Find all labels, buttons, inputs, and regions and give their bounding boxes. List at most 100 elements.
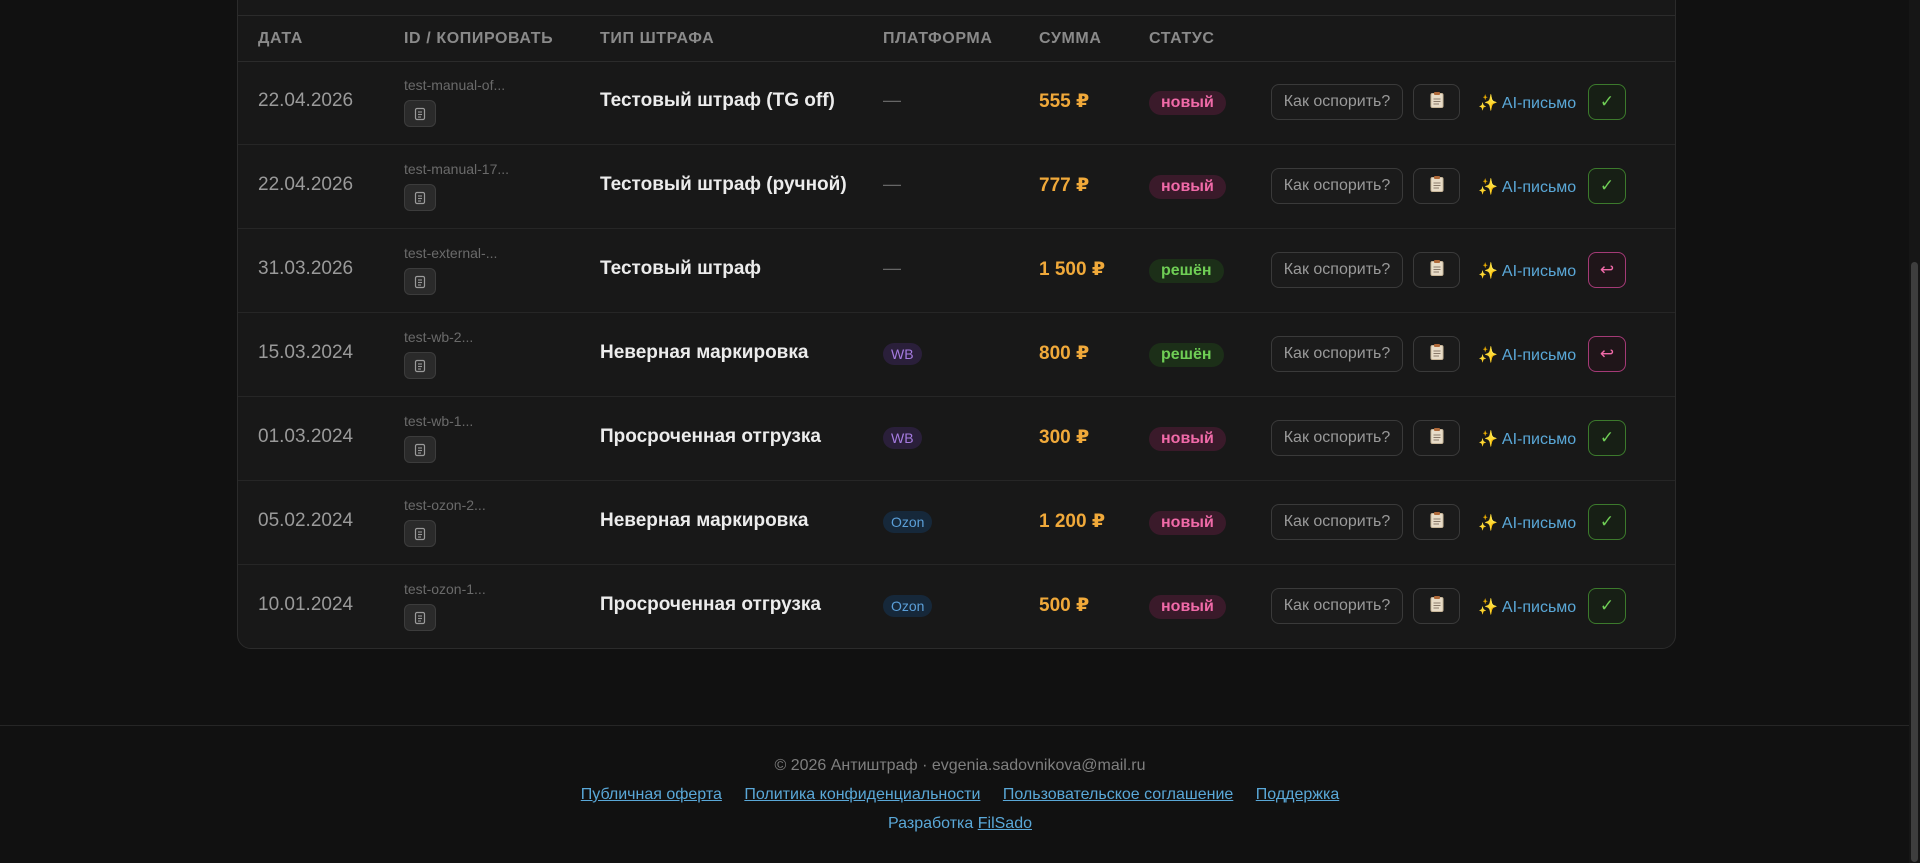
row-id: test-wb-1... — [404, 413, 474, 429]
sparkles-icon: ✨ — [1478, 515, 1498, 532]
ai-letter-link[interactable]: ✨ AI-письмо — [1478, 345, 1576, 365]
ai-letter-label: AI-письмо — [1501, 431, 1577, 448]
ai-letter-link[interactable]: ✨ AI-письмо — [1478, 597, 1576, 617]
scroll-thumb[interactable] — [1911, 262, 1918, 862]
dev-prefix: Разработка — [888, 815, 974, 832]
copy-icon — [413, 359, 427, 373]
clipboard-icon — [1429, 511, 1445, 534]
document-button[interactable] — [1413, 504, 1460, 540]
document-button[interactable] — [1413, 588, 1460, 624]
how-to-dispute-button[interactable]: Как оспорить? — [1271, 504, 1403, 540]
ai-letter-label: AI-письмо — [1501, 347, 1577, 364]
copy-id-button[interactable] — [404, 352, 436, 379]
row-date: 15.03.2024 — [258, 342, 354, 363]
row-id: test-external-... — [404, 245, 498, 261]
platform-badge: WB — [883, 427, 922, 449]
copy-id-button[interactable] — [404, 520, 436, 547]
sparkles-icon: ✨ — [1478, 431, 1498, 448]
how-to-dispute-button[interactable]: Как оспорить? — [1271, 168, 1403, 204]
how-to-dispute-button[interactable]: Как оспорить? — [1271, 84, 1403, 120]
link-offer[interactable]: Публичная оферта — [581, 786, 722, 803]
row-fine-type: Тестовый штраф (TG off) — [600, 90, 835, 111]
reopen-button[interactable]: ↩ — [1588, 252, 1626, 288]
row-date: 22.04.2026 — [258, 90, 354, 111]
status-badge: новый — [1149, 91, 1226, 115]
ai-letter-link[interactable]: ✨ AI-письмо — [1478, 513, 1576, 533]
row-fine-type: Просроченная отгрузка — [600, 594, 821, 615]
clipboard-icon — [1429, 259, 1445, 282]
row-id: test-manual-17... — [404, 161, 510, 177]
platform-badge: WB — [883, 343, 922, 365]
header-sum: СУММА — [1039, 30, 1102, 47]
copy-id-button[interactable] — [404, 436, 436, 463]
how-to-dispute-button[interactable]: Как оспорить? — [1271, 336, 1403, 372]
platform-empty: — — [883, 174, 901, 194]
row-fine-type: Тестовый штраф — [600, 258, 762, 279]
link-privacy[interactable]: Политика конфиденциальности — [744, 786, 980, 803]
status-badge: решён — [1149, 343, 1224, 367]
row-date: 05.02.2024 — [258, 510, 354, 531]
row-sum: 1 200 ₽ — [1039, 511, 1106, 532]
mark-resolved-button[interactable]: ✓ — [1588, 588, 1626, 624]
clipboard-icon — [1429, 91, 1445, 114]
document-button[interactable] — [1413, 84, 1460, 120]
copy-id-button[interactable] — [404, 604, 436, 631]
row-sum: 800 ₽ — [1039, 343, 1090, 364]
ai-letter-label: AI-письмо — [1501, 263, 1577, 280]
status-badge: новый — [1149, 175, 1226, 199]
clipboard-icon — [1429, 343, 1445, 366]
header-type: ТИП ШТРАФА — [600, 30, 715, 47]
row-fine-type: Неверная маркировка — [600, 342, 809, 363]
dev-link[interactable]: FilSado — [978, 815, 1032, 832]
mark-resolved-button[interactable]: ✓ — [1588, 84, 1626, 120]
row-id: test-manual-of... — [404, 77, 506, 93]
table-row: 22.04.2026 test-manual-of... Тестовый штра… — [238, 60, 1675, 145]
ai-letter-link[interactable]: ✨ AI-письмо — [1478, 177, 1576, 197]
copy-id-button[interactable] — [404, 184, 436, 211]
table-row: 15.03.2024 test-wb-2... Неверная маркировк… — [238, 312, 1675, 397]
row-sum: 300 ₽ — [1039, 427, 1090, 448]
how-to-dispute-button[interactable]: Как оспорить? — [1271, 252, 1403, 288]
copy-id-button[interactable] — [404, 100, 436, 127]
how-to-dispute-button[interactable]: Как оспорить? — [1271, 588, 1403, 624]
scrollbar[interactable] — [1909, 0, 1920, 863]
platform-empty: — — [883, 258, 901, 278]
mark-resolved-button[interactable]: ✓ — [1588, 168, 1626, 204]
ai-letter-label: AI-письмо — [1501, 599, 1577, 616]
copy-icon — [413, 191, 427, 205]
row-fine-type: Тестовый штраф (ручной) — [600, 174, 847, 195]
row-sum: 1 500 ₽ — [1039, 259, 1106, 280]
ai-letter-label: AI-письмо — [1501, 95, 1577, 112]
clipboard-icon — [1429, 427, 1445, 450]
link-support[interactable]: Поддержка — [1256, 786, 1339, 803]
status-badge: новый — [1149, 595, 1226, 619]
mark-resolved-button[interactable]: ✓ — [1588, 420, 1626, 456]
ai-letter-link[interactable]: ✨ AI-письмо — [1478, 261, 1576, 281]
status-badge: новый — [1149, 511, 1226, 535]
clipboard-icon — [1429, 595, 1445, 618]
copy-id-button[interactable] — [404, 268, 436, 295]
reopen-button[interactable]: ↩ — [1588, 336, 1626, 372]
header-id: ID / КОПИРОВАТЬ — [404, 30, 554, 47]
mark-resolved-button[interactable]: ✓ — [1588, 504, 1626, 540]
row-fine-type: Неверная маркировка — [600, 510, 809, 531]
document-button[interactable] — [1413, 252, 1460, 288]
table-row: 31.03.2026 test-external-... Тестовый штра… — [238, 228, 1675, 313]
document-button[interactable] — [1413, 168, 1460, 204]
ai-letter-link[interactable]: ✨ AI-письмо — [1478, 429, 1576, 449]
document-button[interactable] — [1413, 336, 1460, 372]
clipboard-icon — [1429, 175, 1445, 198]
header-date: ДАТА — [258, 30, 303, 47]
ai-letter-link[interactable]: ✨ AI-письмо — [1478, 93, 1576, 113]
row-id: test-ozon-2... — [404, 497, 486, 513]
row-sum: 777 ₽ — [1039, 175, 1090, 196]
table-row: 10.01.2024 test-ozon-1... Просроченная отг… — [238, 564, 1675, 648]
developer-credit: Разработка FilSado — [0, 815, 1920, 833]
table-row: 22.04.2026 test-manual-17... Тестовый штра… — [238, 144, 1675, 229]
table-header: ДАТА ID / КОПИРОВАТЬ ТИП ШТРАФА ПЛАТФОРМ… — [238, 15, 1675, 62]
document-button[interactable] — [1413, 420, 1460, 456]
ai-letter-label: AI-письмо — [1501, 515, 1577, 532]
row-sum: 555 ₽ — [1039, 91, 1090, 112]
how-to-dispute-button[interactable]: Как оспорить? — [1271, 420, 1403, 456]
link-terms[interactable]: Пользовательское соглашение — [1003, 786, 1233, 803]
